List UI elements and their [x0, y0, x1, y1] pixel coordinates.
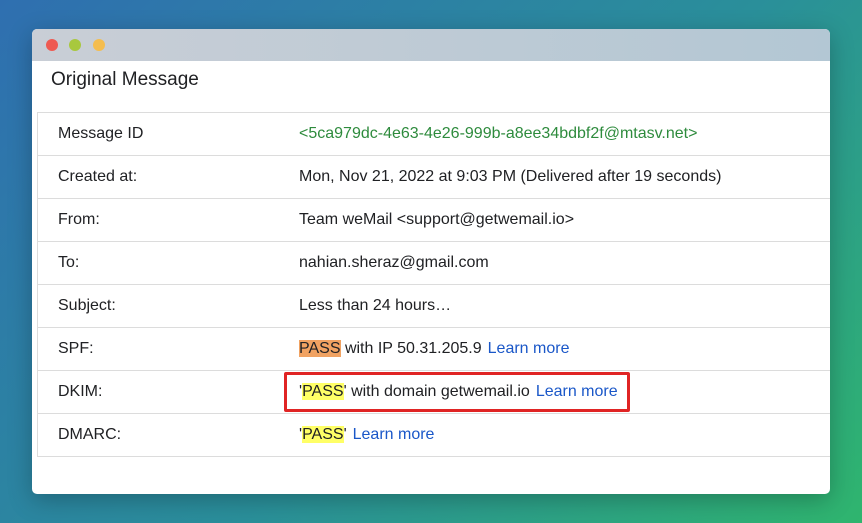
row-label: Subject:	[58, 297, 116, 314]
row-label: SPF:	[58, 340, 94, 357]
table-row-dkim: DKIM: 'PASS' with domain getwemail.io Lea…	[38, 371, 830, 414]
created-at-value: Mon, Nov 21, 2022 at 9:03 PM (Delivered …	[299, 168, 722, 185]
row-label: DMARC:	[58, 426, 122, 443]
subject-value: Less than 24 hours…	[299, 297, 452, 314]
dmarc-status-badge: PASS	[302, 426, 344, 443]
table-row-subject: Subject: Less than 24 hours…	[38, 285, 830, 328]
spf-status-badge: PASS	[299, 340, 341, 357]
to-value: nahian.sheraz@gmail.com	[299, 254, 489, 271]
from-value: Team weMail <support@getwemail.io>	[299, 211, 575, 228]
spf-detail: with IP 50.31.205.9	[340, 340, 482, 357]
spf-learn-more-link[interactable]: Learn more	[488, 340, 570, 357]
row-label: Message ID	[58, 125, 144, 142]
minimize-window-icon[interactable]	[69, 39, 81, 51]
table-row-to: To: nahian.sheraz@gmail.com	[38, 242, 830, 285]
row-label: From:	[58, 211, 100, 228]
table-row-from: From: Team weMail <support@getwemail.io>	[38, 199, 830, 242]
title-bar	[32, 29, 830, 61]
row-label: To:	[58, 254, 80, 271]
table-row-spf: SPF: PASS with IP 50.31.205.9 Learn more	[38, 328, 830, 371]
spf-value: PASS with IP 50.31.205.9 Learn more	[299, 340, 569, 358]
table-row-created-at: Created at: Mon, Nov 21, 2022 at 9:03 PM…	[38, 156, 830, 199]
close-window-icon[interactable]	[46, 39, 58, 51]
page-title: Original Message	[51, 69, 199, 90]
dmarc-value: 'PASS' Learn more	[299, 426, 434, 444]
maximize-window-icon[interactable]	[93, 39, 105, 51]
dmarc-detail: '	[343, 426, 347, 443]
row-label: DKIM:	[58, 383, 103, 400]
message-id-value: <5ca979dc-4e63-4e26-999b-a8ee34bdbf2f@mt…	[299, 125, 698, 142]
row-label: Created at:	[58, 168, 138, 185]
email-window: Original Message Message ID <5ca979dc-4e…	[32, 29, 830, 494]
message-details-table: Message ID <5ca979dc-4e63-4e26-999b-a8ee…	[37, 112, 830, 457]
table-row-message-id: Message ID <5ca979dc-4e63-4e26-999b-a8ee…	[38, 113, 830, 156]
table-row-dmarc: DMARC: 'PASS' Learn more	[38, 414, 830, 457]
dmarc-learn-more-link[interactable]: Learn more	[353, 426, 435, 443]
dkim-highlight-box	[284, 372, 630, 412]
